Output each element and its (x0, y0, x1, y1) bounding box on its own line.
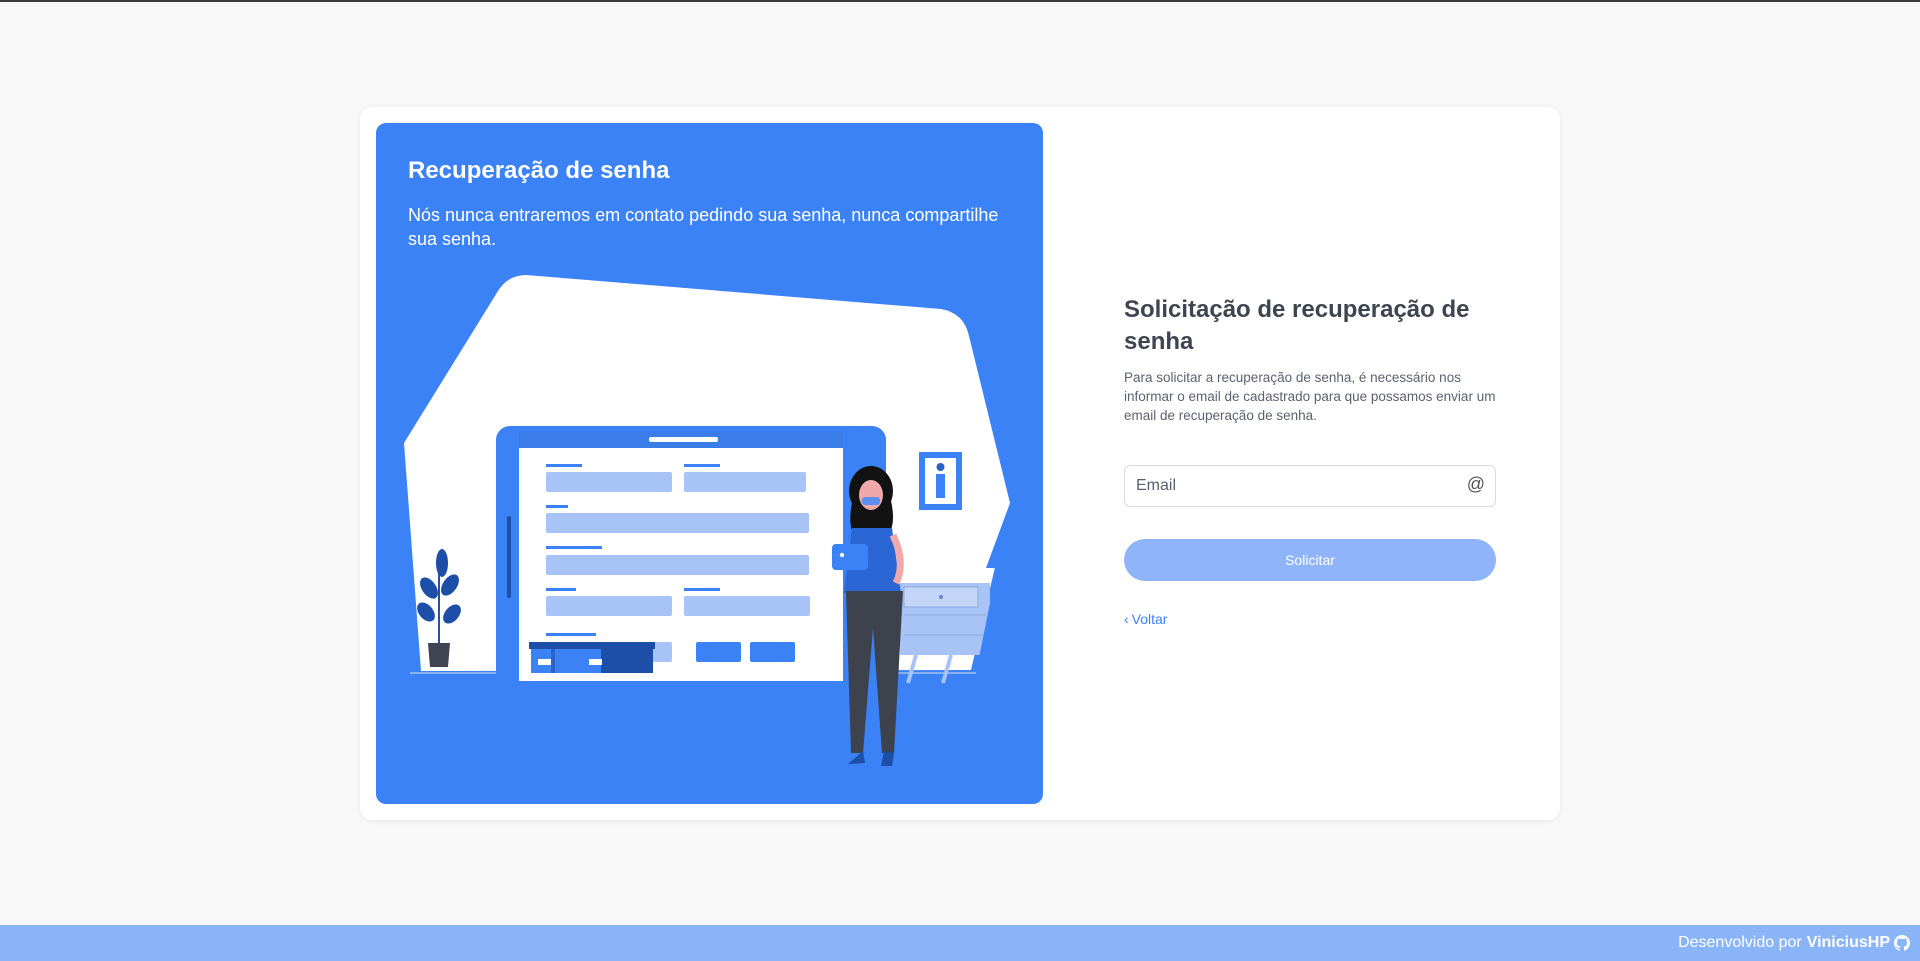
top-border (0, 0, 1920, 2)
back-link-label: Voltar (1131, 611, 1168, 627)
github-icon[interactable] (1894, 935, 1910, 951)
footer-prefix: Desenvolvido por (1678, 934, 1802, 951)
recovery-form: Solicitação de recuperação de senha Para… (1124, 294, 1496, 629)
footer-author-link[interactable]: ViniciusHP (1807, 934, 1890, 952)
recovery-card: Recuperação de senha Nós nunca entraremo… (360, 107, 1560, 820)
form-description: Para solicitar a recuperação de senha, é… (1124, 370, 1496, 423)
back-link[interactable]: ‹ Voltar (1124, 611, 1167, 627)
email-field[interactable]: @ (1124, 465, 1496, 507)
form-title: Solicitação de recuperação de senha (1124, 296, 1470, 355)
submit-button[interactable]: Solicitar (1124, 539, 1496, 581)
at-icon: @ (1466, 474, 1485, 494)
hero-subtitle: Nós nunca entraremos em contato pedindo … (408, 205, 999, 249)
email-input[interactable] (1125, 466, 1455, 506)
chevron-left-icon: ‹ (1124, 611, 1129, 627)
hero-panel: Recuperação de senha Nós nunca entraremo… (376, 123, 1043, 804)
footer: Desenvolvido por ViniciusHP (0, 925, 1920, 961)
hero-title: Recuperação de senha (408, 157, 670, 184)
